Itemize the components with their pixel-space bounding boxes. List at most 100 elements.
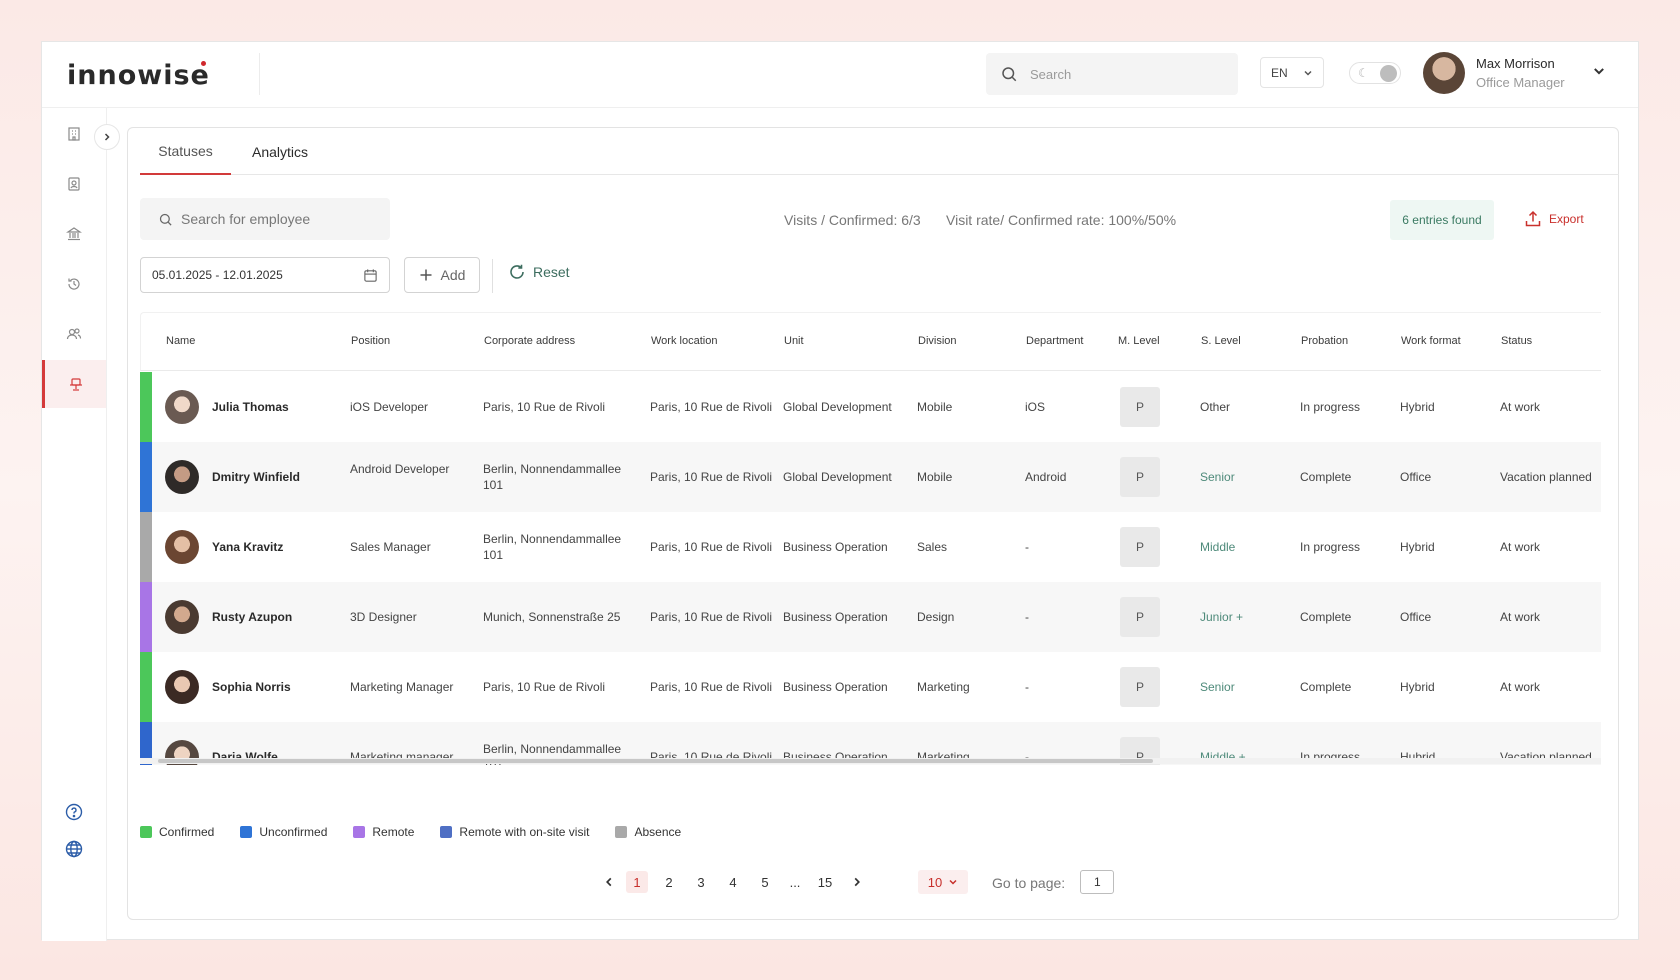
employee-name[interactable]: Yana Kravitz — [212, 539, 283, 555]
work-format-cell: Hybrid — [1400, 400, 1435, 414]
table-row[interactable]: Sophia Norris Marketing Manager Paris, 1… — [140, 652, 1601, 722]
add-label: Add — [440, 267, 466, 283]
status-cell: At work — [1500, 680, 1541, 694]
user-menu-chevron-icon[interactable] — [1592, 64, 1606, 78]
unit-cell: Global Development — [783, 400, 892, 414]
col-department[interactable]: Department — [1026, 335, 1083, 347]
date-range-picker[interactable]: 05.01.2025 - 12.01.2025 — [140, 257, 390, 293]
help-icon — [65, 803, 83, 821]
avatar — [165, 670, 199, 704]
col-s-level[interactable]: S. Level — [1201, 335, 1241, 347]
legend-unconfirmed: Unconfirmed — [240, 825, 327, 839]
sidebar-expand-button[interactable] — [94, 124, 120, 150]
unit-cell: Global Development — [783, 470, 892, 484]
chevron-right-icon — [104, 133, 110, 141]
table-row[interactable]: Yana Kravitz Sales Manager Berlin, Nonne… — [140, 512, 1601, 582]
division-cell: Mobile — [917, 470, 953, 484]
tab-statuses[interactable]: Statuses — [140, 128, 231, 175]
global-search-input[interactable]: Search — [986, 53, 1238, 95]
avatar — [165, 530, 199, 564]
date-range-value: 05.01.2025 - 12.01.2025 — [152, 268, 283, 282]
logo: innowise — [67, 60, 210, 91]
entries-found-badge: 6 entries found — [1390, 200, 1494, 240]
division-cell: Design — [917, 610, 955, 624]
address-cell: Paris, 10 Rue de Rivoli — [483, 400, 606, 414]
department-cell: - — [1025, 680, 1029, 694]
page-1-button[interactable]: 1 — [626, 871, 648, 893]
legend-swatch — [240, 826, 253, 838]
sidebar-item-workplaces[interactable] — [42, 360, 106, 408]
s-level-cell: Middle — [1200, 540, 1236, 554]
employee-search-placeholder: Search for employee — [181, 211, 311, 227]
location-cell: Paris, 10 Rue de Rivoli — [650, 610, 773, 624]
users-icon — [66, 328, 82, 340]
table-row[interactable]: Rusty Azupon 3D Designer Munich, Sonnens… — [140, 582, 1601, 652]
page-3-button[interactable]: 3 — [690, 871, 712, 893]
col-status[interactable]: Status — [1501, 335, 1532, 347]
employee-name[interactable]: Dmitry Winfield — [212, 469, 300, 485]
scrollbar-thumb[interactable] — [158, 759, 1153, 763]
user-avatar[interactable] — [1423, 52, 1465, 94]
prev-page-button[interactable] — [598, 871, 620, 893]
employee-table: Name Position Corporate address Work loc… — [140, 312, 1601, 765]
address-cell: Munich, Sonnenstraße 25 — [483, 610, 621, 624]
moon-icon: ☾ — [1358, 66, 1369, 80]
sidebar-item-employees[interactable] — [42, 310, 106, 358]
table-row[interactable]: Julia Thomas iOS Developer Paris, 10 Rue… — [140, 372, 1601, 442]
legend-label: Remote — [372, 825, 415, 839]
legend-swatch — [440, 826, 453, 838]
add-button[interactable]: Add — [404, 257, 480, 293]
status-indicator — [140, 512, 152, 582]
page-4-button[interactable]: 4 — [722, 871, 744, 893]
table-row[interactable]: Dmitry Winfield Android Developer Berlin… — [140, 442, 1601, 512]
s-level-cell: Senior — [1200, 680, 1235, 694]
theme-toggle[interactable]: ☾ — [1349, 62, 1401, 84]
employee-search-input[interactable]: Search for employee — [140, 198, 390, 240]
upload-icon — [1525, 210, 1541, 227]
col-work-format[interactable]: Work format — [1401, 335, 1461, 347]
search-icon — [159, 213, 172, 226]
status-indicator — [140, 582, 152, 652]
per-page-select[interactable]: 10 — [918, 870, 968, 894]
page-15-button[interactable]: 15 — [814, 871, 836, 893]
status-indicator — [140, 372, 152, 442]
col-name[interactable]: Name — [166, 335, 195, 347]
s-level-cell: Junior + — [1200, 610, 1244, 624]
employee-name[interactable]: Rusty Azupon — [212, 609, 292, 625]
s-level-cell: Other — [1200, 400, 1231, 414]
work-format-cell: Hybrid — [1400, 540, 1435, 554]
employee-name[interactable]: Julia Thomas — [212, 399, 289, 415]
col-probation[interactable]: Probation — [1301, 335, 1348, 347]
legend-swatch — [353, 826, 366, 838]
legend-confirmed: Confirmed — [140, 825, 214, 839]
department-cell: - — [1025, 610, 1029, 624]
app-window: innowise Search EN ☾ Max Morrison Office… — [41, 41, 1639, 941]
legend-label: Absence — [634, 825, 682, 839]
col-corporate-address[interactable]: Corporate address — [484, 335, 575, 347]
visits-confirmed-stat: Visits / Confirmed: 6/3 — [784, 212, 921, 228]
tab-analytics[interactable]: Analytics — [242, 128, 318, 175]
language-select[interactable]: EN — [1260, 57, 1324, 88]
export-label: Export — [1549, 212, 1584, 226]
sidebar-item-badges[interactable] — [42, 160, 106, 208]
page-5-button[interactable]: 5 — [754, 871, 776, 893]
next-page-button[interactable] — [846, 871, 868, 893]
m-level-badge: P — [1120, 387, 1160, 427]
id-card-icon — [68, 177, 80, 191]
export-button[interactable]: Export — [1524, 210, 1584, 228]
goto-page-input[interactable]: 1 — [1080, 870, 1114, 894]
status-indicator — [140, 442, 152, 512]
employee-name[interactable]: Sophia Norris — [212, 679, 291, 695]
col-unit[interactable]: Unit — [784, 335, 804, 347]
col-m-level[interactable]: M. Level — [1118, 335, 1160, 347]
page-2-button[interactable]: 2 — [658, 871, 680, 893]
sidebar-item-history[interactable] — [42, 260, 106, 308]
sidebar-item-institutions[interactable] — [42, 210, 106, 258]
sidebar-item-language[interactable] — [42, 825, 106, 873]
probation-cell: In progress — [1300, 540, 1361, 554]
divider — [259, 53, 260, 95]
col-division[interactable]: Division — [918, 335, 957, 347]
reset-button[interactable]: Reset — [508, 263, 570, 281]
col-work-location[interactable]: Work location — [651, 335, 717, 347]
col-position[interactable]: Position — [351, 335, 390, 347]
